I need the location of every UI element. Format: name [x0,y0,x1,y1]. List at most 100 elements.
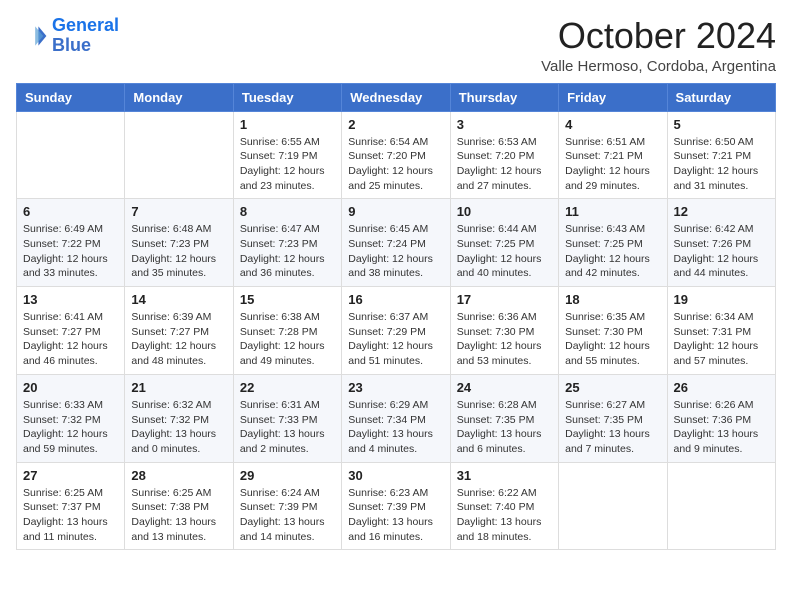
day-info: Sunrise: 6:49 AMSunset: 7:22 PMDaylight:… [23,222,118,281]
calendar-week-3: 13 Sunrise: 6:41 AMSunset: 7:27 PMDayligh… [17,287,776,375]
day-info: Sunrise: 6:53 AMSunset: 7:20 PMDaylight:… [457,135,552,194]
day-info: Sunrise: 6:24 AMSunset: 7:39 PMDaylight:… [240,486,335,545]
logo-icon [16,20,48,52]
calendar-cell: 26Sunrise: 6:26 AMSunset: 7:36 PMDayligh… [667,374,775,462]
calendar-cell: 13 Sunrise: 6:41 AMSunset: 7:27 PMDayligh… [17,287,125,375]
day-info: Sunrise: 6:47 AMSunset: 7:23 PMDaylight:… [240,222,335,281]
calendar-cell: 14 Sunrise: 6:39 AMSunset: 7:27 PMDayligh… [125,287,233,375]
calendar-cell: 11 Sunrise: 6:43 AMSunset: 7:25 PMDayligh… [559,199,667,287]
day-number: 2 [348,117,443,132]
weekday-header-thursday: Thursday [450,83,558,111]
day-number: 16 [348,292,443,307]
calendar-cell: 2 Sunrise: 6:54 AMSunset: 7:20 PMDaylight… [342,111,450,199]
logo: General Blue [16,16,119,56]
calendar-week-2: 6Sunrise: 6:49 AMSunset: 7:22 PMDaylight… [17,199,776,287]
day-number: 27 [23,468,118,483]
day-number: 10 [457,204,552,219]
calendar-cell: 17 Sunrise: 6:36 AMSunset: 7:30 PMDayligh… [450,287,558,375]
logo-text: General Blue [52,16,119,56]
location-title: Valle Hermoso, Cordoba, Argentina [541,58,776,75]
calendar-cell: 31 Sunrise: 6:22 AMSunset: 7:40 PMDayligh… [450,462,558,550]
day-number: 18 [565,292,660,307]
day-number: 15 [240,292,335,307]
day-number: 9 [348,204,443,219]
day-info: Sunrise: 6:50 AMSunset: 7:21 PMDaylight:… [674,135,769,194]
month-title: October 2024 [541,16,776,56]
day-info: Sunrise: 6:37 AMSunset: 7:29 PMDaylight:… [348,310,443,369]
weekday-header-monday: Monday [125,83,233,111]
day-number: 24 [457,380,552,395]
calendar-cell: 18 Sunrise: 6:35 AMSunset: 7:30 PMDayligh… [559,287,667,375]
calendar-week-4: 20Sunrise: 6:33 AMSunset: 7:32 PMDayligh… [17,374,776,462]
day-info: Sunrise: 6:34 AMSunset: 7:31 PMDaylight:… [674,310,769,369]
day-number: 14 [131,292,226,307]
title-block: October 2024 Valle Hermoso, Cordoba, Arg… [541,16,776,75]
calendar-cell: 25 Sunrise: 6:27 AMSunset: 7:35 PMDayligh… [559,374,667,462]
day-info: Sunrise: 6:48 AMSunset: 7:23 PMDaylight:… [131,222,226,281]
day-info: Sunrise: 6:32 AMSunset: 7:32 PMDaylight:… [131,398,226,457]
weekday-header-wednesday: Wednesday [342,83,450,111]
calendar-cell: 24Sunrise: 6:28 AMSunset: 7:35 PMDayligh… [450,374,558,462]
day-info: Sunrise: 6:25 AMSunset: 7:38 PMDaylight:… [131,486,226,545]
calendar-cell: 19 Sunrise: 6:34 AMSunset: 7:31 PMDayligh… [667,287,775,375]
calendar-cell: 21 Sunrise: 6:32 AMSunset: 7:32 PMDayligh… [125,374,233,462]
day-info: Sunrise: 6:42 AMSunset: 7:26 PMDaylight:… [674,222,769,281]
day-info: Sunrise: 6:55 AMSunset: 7:19 PMDaylight:… [240,135,335,194]
day-number: 1 [240,117,335,132]
day-info: Sunrise: 6:29 AMSunset: 7:34 PMDaylight:… [348,398,443,457]
day-number: 11 [565,204,660,219]
day-number: 21 [131,380,226,395]
logo-line2: Blue [52,36,119,56]
calendar-cell: 16 Sunrise: 6:37 AMSunset: 7:29 PMDayligh… [342,287,450,375]
day-number: 8 [240,204,335,219]
day-number: 25 [565,380,660,395]
calendar-cell [125,111,233,199]
day-info: Sunrise: 6:35 AMSunset: 7:30 PMDaylight:… [565,310,660,369]
day-number: 19 [674,292,769,307]
calendar-cell: 3Sunrise: 6:53 AMSunset: 7:20 PMDaylight… [450,111,558,199]
day-info: Sunrise: 6:54 AMSunset: 7:20 PMDaylight:… [348,135,443,194]
day-number: 5 [674,117,769,132]
weekday-header-friday: Friday [559,83,667,111]
day-info: Sunrise: 6:25 AMSunset: 7:37 PMDaylight:… [23,486,118,545]
calendar-cell: 20Sunrise: 6:33 AMSunset: 7:32 PMDayligh… [17,374,125,462]
day-info: Sunrise: 6:27 AMSunset: 7:35 PMDaylight:… [565,398,660,457]
day-info: Sunrise: 6:36 AMSunset: 7:30 PMDaylight:… [457,310,552,369]
day-info: Sunrise: 6:43 AMSunset: 7:25 PMDaylight:… [565,222,660,281]
calendar-cell: 10 Sunrise: 6:44 AMSunset: 7:25 PMDayligh… [450,199,558,287]
calendar-cell: 27 Sunrise: 6:25 AMSunset: 7:37 PMDayligh… [17,462,125,550]
day-info: Sunrise: 6:26 AMSunset: 7:36 PMDaylight:… [674,398,769,457]
day-info: Sunrise: 6:51 AMSunset: 7:21 PMDaylight:… [565,135,660,194]
calendar-cell [17,111,125,199]
day-info: Sunrise: 6:41 AMSunset: 7:27 PMDaylight:… [23,310,118,369]
calendar-cell: 9 Sunrise: 6:45 AMSunset: 7:24 PMDaylight… [342,199,450,287]
day-number: 30 [348,468,443,483]
calendar-cell: 30Sunrise: 6:23 AMSunset: 7:39 PMDayligh… [342,462,450,550]
day-number: 12 [674,204,769,219]
day-info: Sunrise: 6:44 AMSunset: 7:25 PMDaylight:… [457,222,552,281]
calendar-cell [667,462,775,550]
calendar-cell: 15 Sunrise: 6:38 AMSunset: 7:28 PMDayligh… [233,287,341,375]
weekday-header-saturday: Saturday [667,83,775,111]
day-info: Sunrise: 6:38 AMSunset: 7:28 PMDaylight:… [240,310,335,369]
calendar-cell: 22Sunrise: 6:31 AMSunset: 7:33 PMDayligh… [233,374,341,462]
day-number: 17 [457,292,552,307]
day-number: 28 [131,468,226,483]
calendar-cell [559,462,667,550]
page-header: General Blue October 2024 Valle Hermoso,… [16,16,776,75]
day-info: Sunrise: 6:22 AMSunset: 7:40 PMDaylight:… [457,486,552,545]
day-number: 29 [240,468,335,483]
day-number: 31 [457,468,552,483]
weekday-header-tuesday: Tuesday [233,83,341,111]
calendar-cell: 8 Sunrise: 6:47 AMSunset: 7:23 PMDaylight… [233,199,341,287]
day-info: Sunrise: 6:33 AMSunset: 7:32 PMDaylight:… [23,398,118,457]
day-number: 22 [240,380,335,395]
calendar-cell: 23Sunrise: 6:29 AMSunset: 7:34 PMDayligh… [342,374,450,462]
calendar-cell: 28 Sunrise: 6:25 AMSunset: 7:38 PMDayligh… [125,462,233,550]
day-number: 7 [131,204,226,219]
calendar-cell: 12 Sunrise: 6:42 AMSunset: 7:26 PMDayligh… [667,199,775,287]
day-info: Sunrise: 6:45 AMSunset: 7:24 PMDaylight:… [348,222,443,281]
day-info: Sunrise: 6:39 AMSunset: 7:27 PMDaylight:… [131,310,226,369]
calendar-header-row: SundayMondayTuesdayWednesdayThursdayFrid… [17,83,776,111]
day-number: 13 [23,292,118,307]
